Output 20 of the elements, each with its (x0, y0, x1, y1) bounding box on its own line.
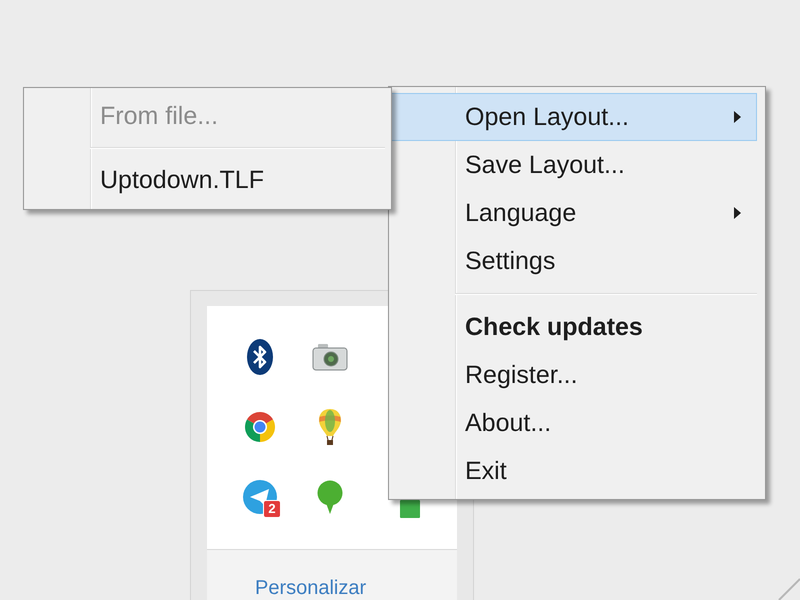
camera-icon[interactable] (312, 343, 348, 371)
speech-bubble-icon[interactable] (317, 480, 343, 514)
customize-link[interactable]: Personalizar (255, 577, 366, 599)
submenu-arrow-icon (734, 207, 741, 219)
notification-badge: 2 (263, 500, 281, 518)
hot-air-balloon-icon[interactable] (318, 408, 342, 446)
menu-item[interactable]: Save Layout... (391, 141, 757, 189)
menu-item[interactable]: Settings (391, 237, 757, 285)
menu-item[interactable]: Check updates (391, 303, 757, 351)
diagonal-line-icon (778, 578, 800, 600)
chrome-icon[interactable] (244, 411, 276, 443)
menu-item[interactable]: Open Layout... (391, 93, 757, 141)
square-tile-icon[interactable] (400, 500, 420, 518)
menu-item[interactable]: Language (391, 189, 757, 237)
menu-item[interactable]: Register... (391, 351, 757, 399)
bluetooth-icon[interactable] (247, 339, 273, 375)
menu-item[interactable]: About... (391, 399, 757, 447)
submenu-arrow-icon (734, 111, 741, 123)
menu-item[interactable]: Exit (391, 447, 757, 495)
menu-item[interactable]: Uptodown.TLF (26, 156, 385, 204)
